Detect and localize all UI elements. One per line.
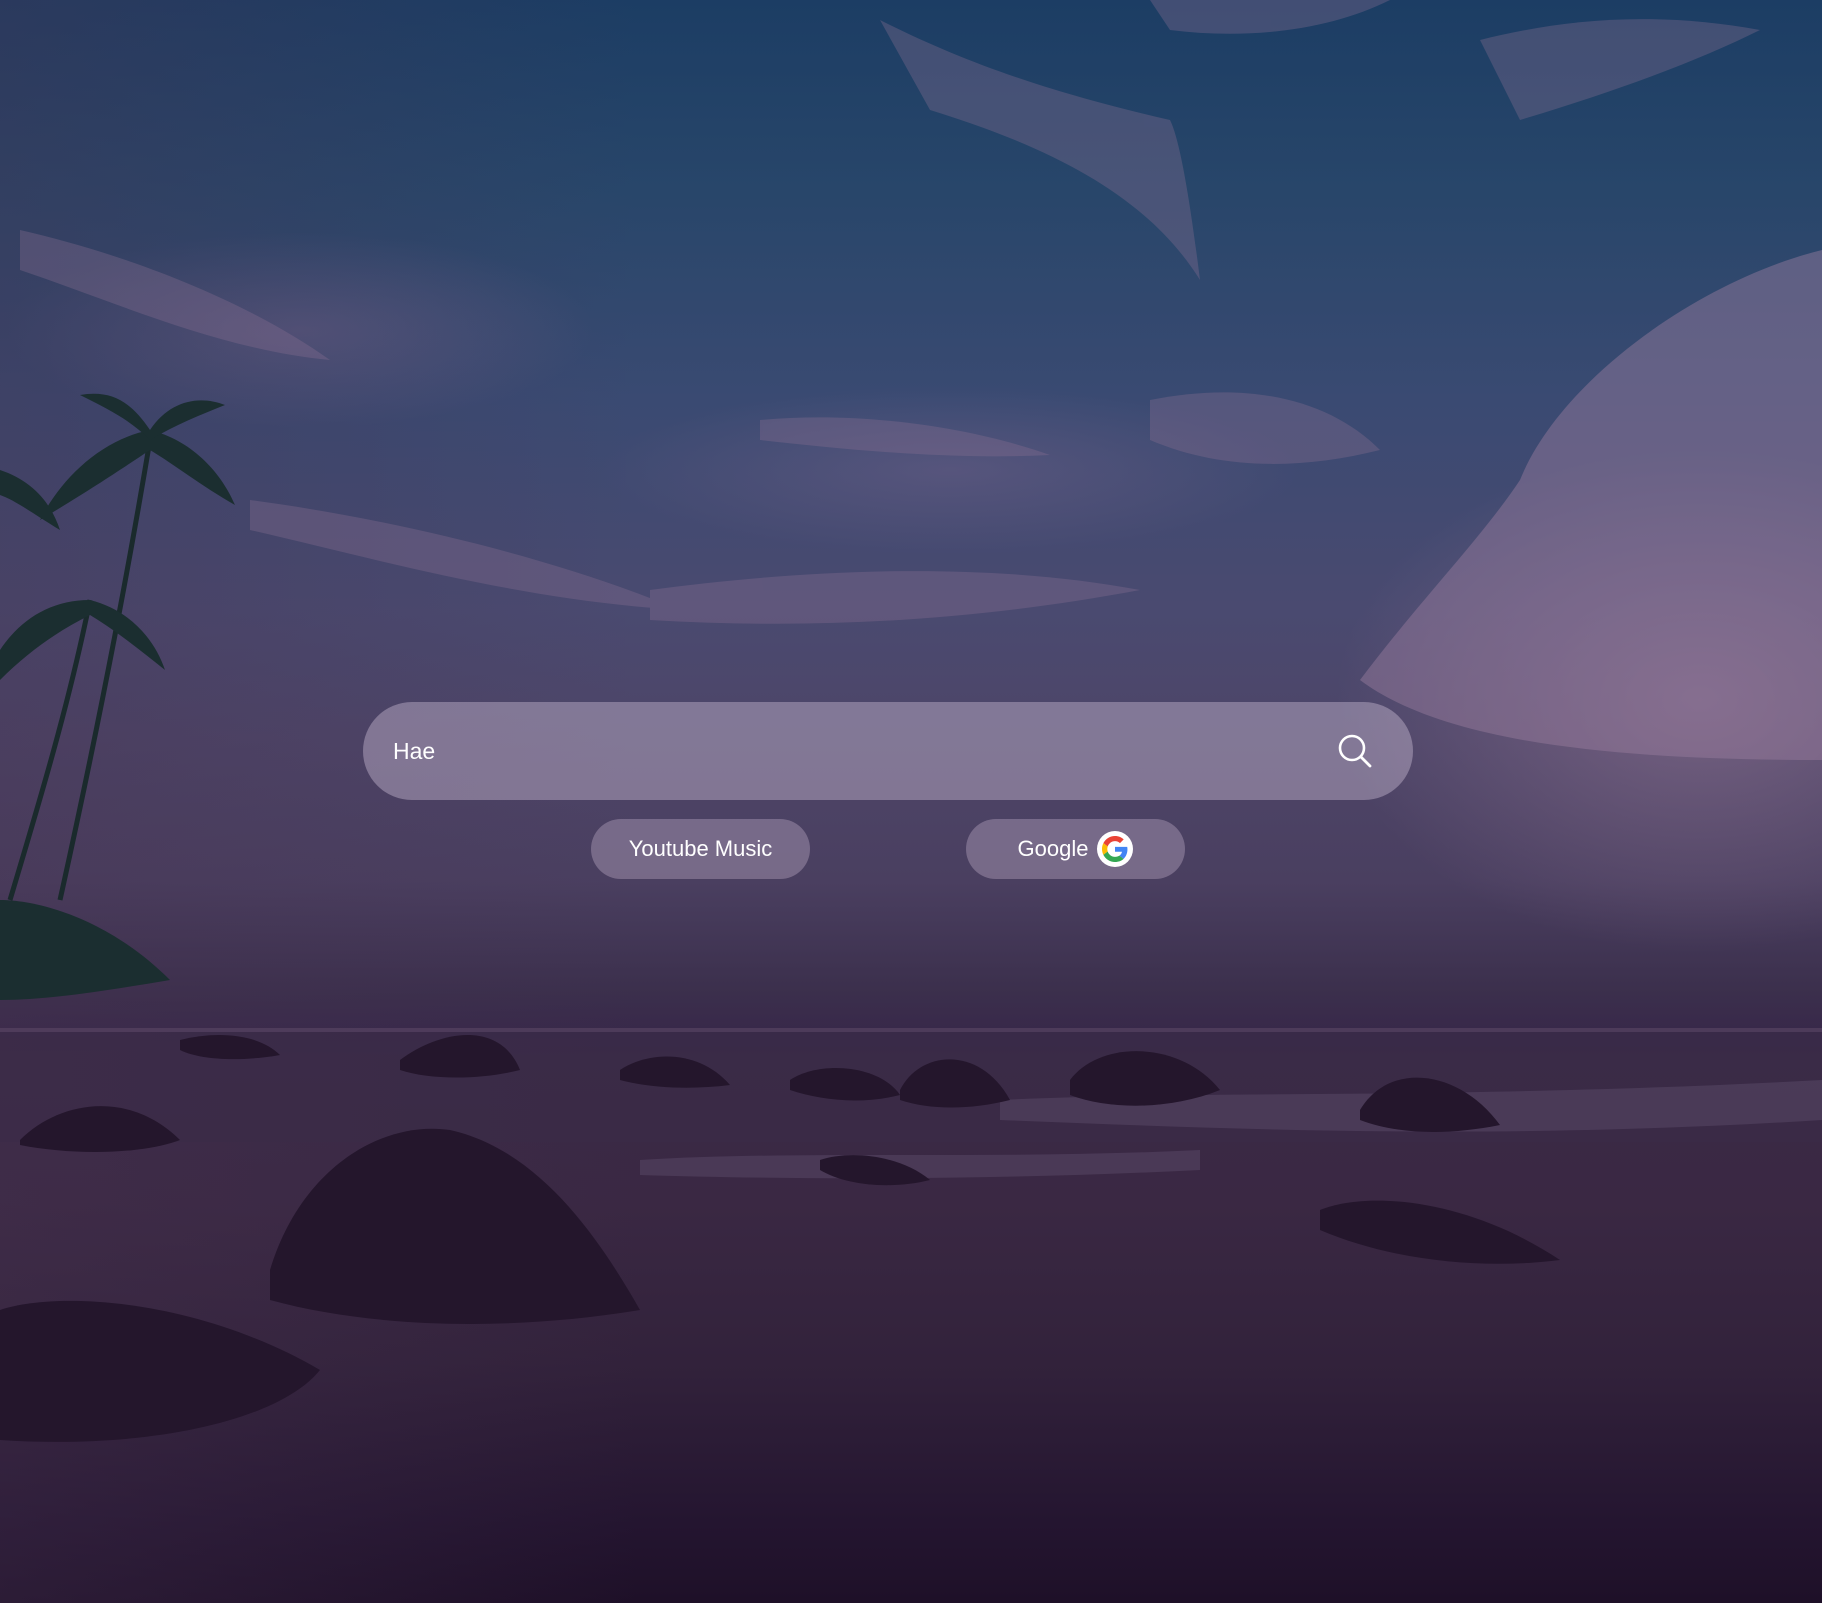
search-button[interactable] <box>1333 729 1377 773</box>
search-icon <box>1338 734 1372 768</box>
google-logo-icon <box>1097 831 1134 867</box>
google-shortcut-label: Google <box>1017 836 1089 861</box>
search-input[interactable] <box>393 721 1333 781</box>
youtube-music-shortcut-button[interactable]: Youtube Music <box>591 819 810 879</box>
search-bar <box>363 702 1413 800</box>
google-shortcut-button[interactable]: Google <box>966 819 1185 879</box>
youtube-music-shortcut-label: Youtube Music <box>628 836 773 861</box>
beach-scene-illustration <box>0 0 1822 1442</box>
